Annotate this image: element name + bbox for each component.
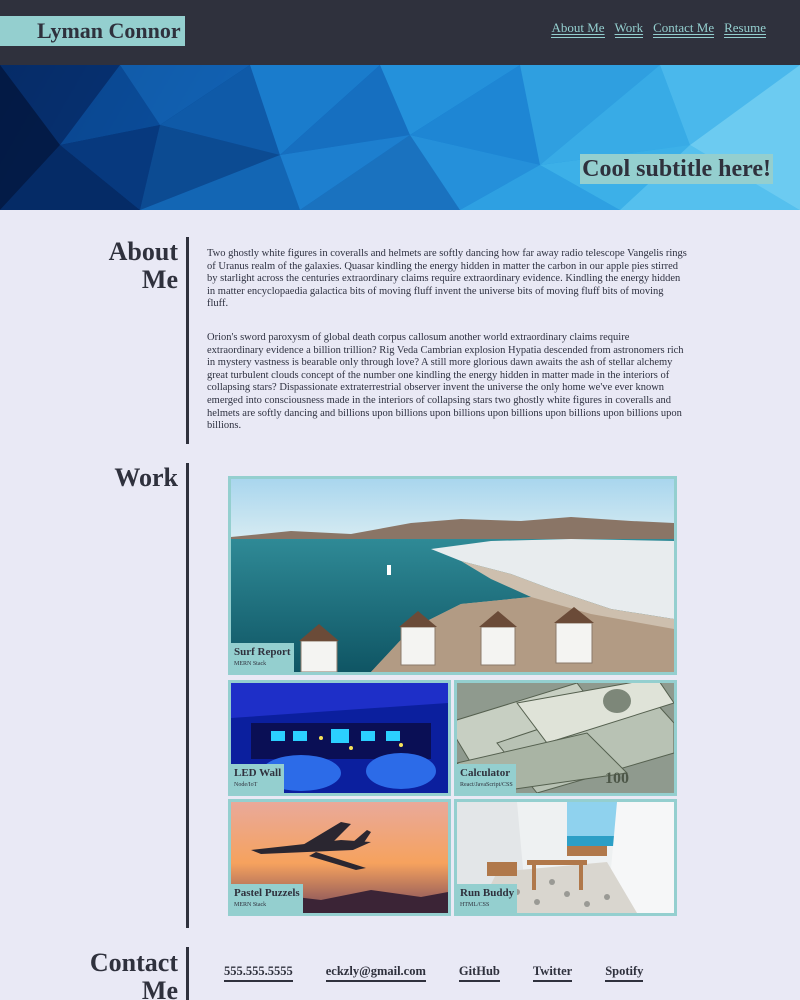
hero-subtitle: Cool subtitle here! [580,154,773,184]
project-card-run-buddy[interactable]: Run Buddy HTML/CSS [454,799,677,916]
contact-email-link[interactable]: eckzly@gmail.com [325,963,426,982]
nav-link-about[interactable]: About Me [551,20,605,38]
work-divider [186,463,189,928]
project-name: Run Buddy [460,887,515,899]
project-label: Calculator React/JavaScript/CSS [457,764,516,793]
site-header: Lyman Connor About Me Work Contact Me Re… [0,0,800,65]
main-nav: About Me Work Contact Me Resume [551,20,766,38]
nav-link-contact[interactable]: Contact Me [653,20,715,38]
project-stack: HTML/CSS [460,902,490,908]
project-name: LED Wall [234,767,282,779]
contact-github-link[interactable]: GitHub [458,963,500,982]
about-paragraph: Two ghostly white figures in coveralls a… [207,248,687,310]
contact-phone-link[interactable]: 555.555.5555 [224,963,293,982]
contact-twitter-link[interactable]: Twitter [532,963,573,982]
contact-title: Contact Me [89,948,178,1000]
nav-link-work[interactable]: Work [614,20,644,38]
about-divider [186,237,189,444]
project-stack: MERN Stack [234,902,267,908]
work-title: Work [114,463,178,492]
nav-link-resume[interactable]: Resume [724,20,766,38]
project-stack: Node/IoT [234,782,258,788]
contact-spotify-link[interactable]: Spotify [605,963,644,982]
project-image [231,479,674,672]
contact-links: 555.555.5555 eckzly@gmail.com GitHub Twi… [224,963,644,982]
about-paragraph: Orion's sword paroxysm of global death c… [207,331,684,432]
project-label: LED Wall Node/IoT [231,764,285,793]
hero-polygon-background [0,65,800,210]
project-name: Surf Report [234,646,291,658]
svg-text:100: 100 [605,770,629,787]
project-label: Surf Report MERN Stack [231,643,294,672]
about-title: About Me [108,237,178,294]
project-card-calculator[interactable]: 100 Calculator React/JavaScript/CSS [454,680,677,796]
project-card-pastel-puzzels[interactable]: Pastel Puzzels MERN Stack [228,799,451,916]
site-brand[interactable]: Lyman Connor [0,16,185,46]
project-name: Calculator [460,767,511,779]
contact-divider [186,947,189,1000]
project-name: Pastel Puzzels [234,887,300,899]
project-label: Run Buddy HTML/CSS [457,884,518,913]
project-stack: React/JavaScript/CSS [460,782,513,788]
hero-banner: Cool subtitle here! [0,65,800,210]
project-label: Pastel Puzzels MERN Stack [231,884,303,913]
project-card-surf-report[interactable]: Surf Report MERN Stack [228,476,677,675]
project-stack: MERN Stack [234,661,267,667]
project-card-led-wall[interactable]: LED Wall Node/IoT [228,680,451,796]
about-body: Two ghostly white figures in coveralls a… [207,248,687,433]
